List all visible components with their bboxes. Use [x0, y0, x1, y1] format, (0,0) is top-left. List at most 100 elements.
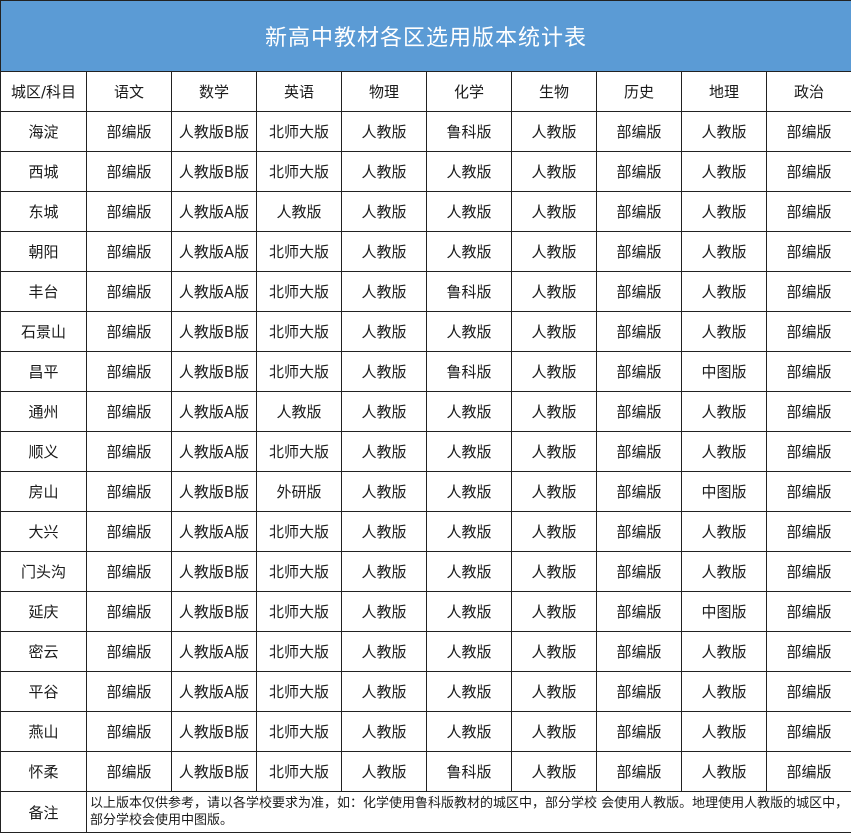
- header-cell-subject: 化学: [426, 71, 512, 112]
- edition-cell: 人教版: [341, 471, 427, 512]
- edition-cell: 鲁科版: [426, 351, 512, 392]
- edition-cell: 北师大版: [256, 631, 342, 672]
- edition-cell: 鲁科版: [426, 111, 512, 152]
- edition-cell: 人教版A版: [171, 191, 257, 232]
- edition-cell: 北师大版: [256, 351, 342, 392]
- edition-cell: 人教版: [681, 191, 767, 232]
- edition-cell: 人教版B版: [171, 711, 257, 752]
- edition-cell: 人教版: [681, 631, 767, 672]
- edition-cell: 人教版: [681, 511, 767, 552]
- edition-cell: 人教版: [341, 711, 427, 752]
- edition-cell: 部编版: [596, 471, 682, 512]
- header-row: 城区/科目 语文 数学 英语 物理 化学 生物 历史 地理 政治: [0, 71, 851, 112]
- edition-cell: 人教版: [426, 591, 512, 632]
- edition-cell: 人教版B版: [171, 311, 257, 352]
- edition-cell: 部编版: [596, 271, 682, 312]
- header-cell-subject: 数学: [171, 71, 257, 112]
- edition-cell: 人教版: [426, 431, 512, 472]
- edition-cell: 北师大版: [256, 671, 342, 712]
- table-row: 丰台 部编版 人教版A版 北师大版 人教版 鲁科版 人教版 部编版 人教版 部编版: [0, 271, 851, 312]
- edition-cell: 人教版A版: [171, 631, 257, 672]
- edition-cell: 人教版B版: [171, 111, 257, 152]
- edition-cell: 部编版: [596, 111, 682, 152]
- edition-cell: 北师大版: [256, 551, 342, 592]
- district-cell: 昌平: [0, 351, 87, 392]
- edition-cell: 部编版: [765, 591, 851, 632]
- edition-cell: 中图版: [681, 471, 767, 512]
- header-cell-subject: 政治: [765, 71, 851, 112]
- edition-cell: 部编版: [596, 351, 682, 392]
- table-row: 怀柔 部编版 人教版B版 北师大版 人教版 鲁科版 人教版 部编版 人教版 部编版: [0, 751, 851, 792]
- edition-cell: 部编版: [765, 711, 851, 752]
- edition-cell: 人教版: [341, 591, 427, 632]
- edition-cell: 人教版: [426, 631, 512, 672]
- edition-cell: 人教版: [426, 671, 512, 712]
- edition-cell: 人教版: [511, 111, 597, 152]
- edition-cell: 部编版: [596, 311, 682, 352]
- edition-cell: 人教版: [341, 751, 427, 792]
- table-row: 平谷 部编版 人教版A版 北师大版 人教版 人教版 人教版 部编版 人教版 部编版: [0, 671, 851, 712]
- table-row: 朝阳 部编版 人教版A版 北师大版 人教版 人教版 人教版 部编版 人教版 部编版: [0, 231, 851, 272]
- edition-cell: 部编版: [86, 151, 172, 192]
- edition-cell: 人教版: [426, 471, 512, 512]
- edition-cell: 中图版: [681, 591, 767, 632]
- edition-cell: 部编版: [765, 551, 851, 592]
- edition-cell: 北师大版: [256, 271, 342, 312]
- table-title: 新高中教材各区选用版本统计表: [0, 0, 851, 72]
- edition-cell: 鲁科版: [426, 271, 512, 312]
- edition-cell: 部编版: [596, 711, 682, 752]
- edition-cell: 北师大版: [256, 591, 342, 632]
- edition-cell: 人教版: [341, 431, 427, 472]
- edition-cell: 北师大版: [256, 511, 342, 552]
- edition-cell: 人教版: [681, 671, 767, 712]
- edition-cell: 人教版: [426, 231, 512, 272]
- header-cell-subject: 生物: [511, 71, 597, 112]
- district-cell: 大兴: [0, 511, 87, 552]
- edition-cell: 人教版: [426, 391, 512, 432]
- edition-cell: 部编版: [86, 551, 172, 592]
- edition-cell: 人教版: [511, 191, 597, 232]
- edition-cell: 人教版: [511, 471, 597, 512]
- table-row: 大兴 部编版 人教版A版 北师大版 人教版 人教版 人教版 部编版 人教版 部编版: [0, 511, 851, 552]
- edition-cell: 人教版B版: [171, 471, 257, 512]
- edition-cell: 人教版: [511, 631, 597, 672]
- edition-cell: 人教版: [511, 751, 597, 792]
- edition-cell: 部编版: [765, 471, 851, 512]
- edition-cell: 部编版: [765, 151, 851, 192]
- edition-cell: 部编版: [596, 591, 682, 632]
- district-cell: 海淀: [0, 111, 87, 152]
- edition-cell: 人教版: [511, 551, 597, 592]
- edition-cell: 部编版: [86, 751, 172, 792]
- edition-cell: 人教版: [341, 191, 427, 232]
- district-cell: 门头沟: [0, 551, 87, 592]
- edition-cell: 人教版: [341, 111, 427, 152]
- edition-cell: 部编版: [86, 431, 172, 472]
- edition-cell: 北师大版: [256, 151, 342, 192]
- edition-cell: 人教版: [426, 151, 512, 192]
- edition-cell: 人教版: [511, 711, 597, 752]
- district-cell: 东城: [0, 191, 87, 232]
- edition-cell: 人教版: [511, 511, 597, 552]
- edition-cell: 部编版: [596, 391, 682, 432]
- edition-cell: 人教版: [511, 431, 597, 472]
- district-cell: 顺义: [0, 431, 87, 472]
- statistics-sheet: 新高中教材各区选用版本统计表 城区/科目 语文 数学 英语 物理 化学 生物 历史 地理 政治 海…: [0, 0, 851, 833]
- edition-cell: 人教版B版: [171, 351, 257, 392]
- edition-cell: 部编版: [86, 391, 172, 432]
- header-cell-subject: 历史: [596, 71, 682, 112]
- edition-cell: 北师大版: [256, 311, 342, 352]
- edition-cell: 部编版: [765, 671, 851, 712]
- edition-cell: 部编版: [86, 311, 172, 352]
- edition-cell: 部编版: [765, 391, 851, 432]
- edition-cell: 人教版: [341, 391, 427, 432]
- edition-cell: 人教版: [341, 271, 427, 312]
- edition-cell: 人教版: [511, 591, 597, 632]
- edition-cell: 人教版: [681, 231, 767, 272]
- edition-cell: 人教版: [511, 231, 597, 272]
- edition-cell: 部编版: [765, 111, 851, 152]
- edition-cell: 北师大版: [256, 431, 342, 472]
- edition-cell: 人教版B版: [171, 591, 257, 632]
- district-cell: 燕山: [0, 711, 87, 752]
- district-cell: 密云: [0, 631, 87, 672]
- header-cell-subject: 语文: [86, 71, 172, 112]
